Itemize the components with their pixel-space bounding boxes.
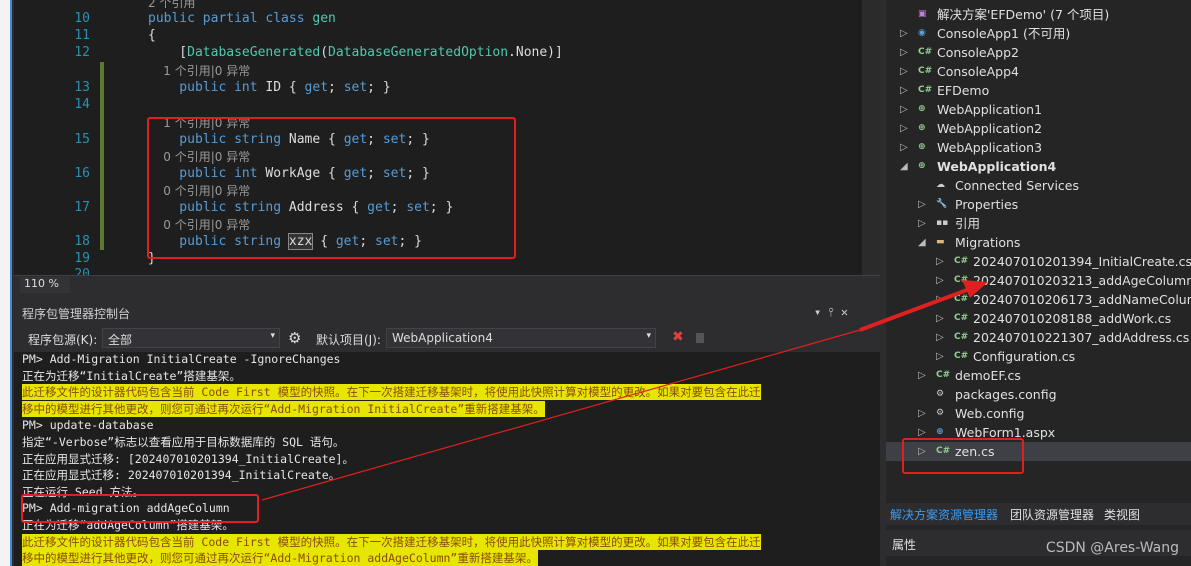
annotation-arrow [261,280,988,501]
watermark: CSDN @Ares-Wang [1045,540,1179,556]
arrow-thick-line [859,285,976,332]
arrow-thin-line [261,329,861,501]
